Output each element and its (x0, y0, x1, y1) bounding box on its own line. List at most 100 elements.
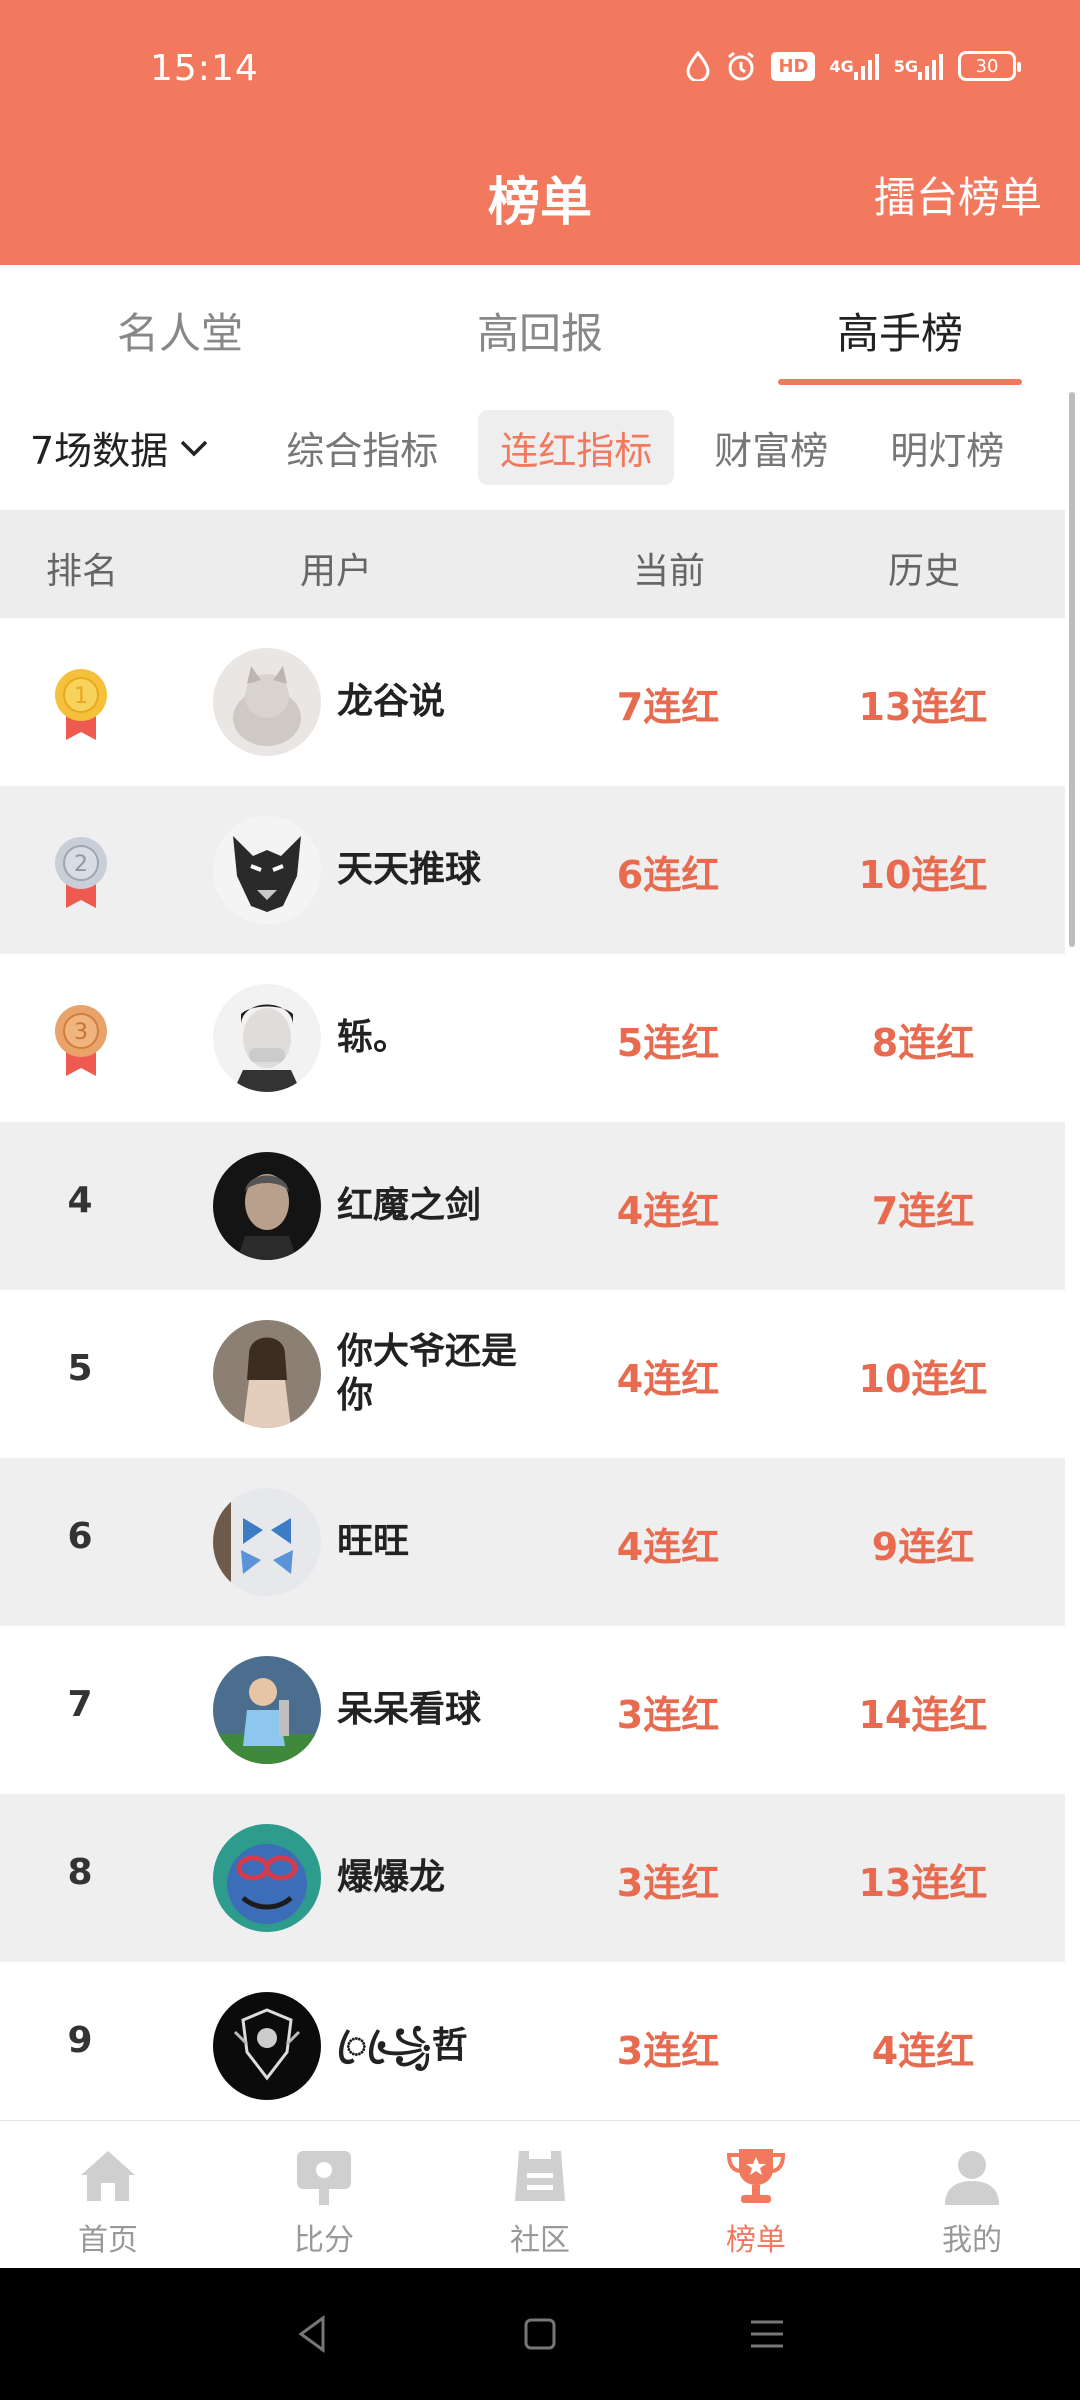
avatar[interactable] (213, 1320, 321, 1428)
silver-medal-icon: 2 (55, 837, 107, 908)
battery-icon: 30 (958, 51, 1021, 81)
profile-icon (945, 2151, 999, 2205)
table-row[interactable]: 9 ꦿ꧁ꦿ哲 3连红 4连红 (0, 1962, 1065, 2130)
scrollbar[interactable] (1069, 392, 1075, 947)
arena-leaderboard-button[interactable]: 擂台榜单 (874, 164, 1042, 225)
rank-number: 9 (67, 2020, 93, 2061)
nav-profile[interactable]: 我的 (864, 2121, 1080, 2268)
nav-label: 首页 (78, 2223, 138, 2258)
table-row[interactable]: 8 爆爆龙 3连红 13连红 (0, 1794, 1065, 1962)
filter-row: 7场数据 综合指标 连红指标 财富榜 明灯榜 (0, 385, 1080, 510)
history-streak: 14连红 (858, 1693, 988, 1737)
water-drop-icon (685, 51, 711, 81)
score-icon (297, 2151, 351, 2205)
current-streak: 4连红 (616, 1525, 720, 1569)
medal-number: 2 (74, 852, 88, 877)
current-streak: 7连红 (616, 685, 720, 729)
gold-medal-icon: 1 (55, 669, 107, 740)
status-icons: HD 4G 5G 30 (685, 50, 1021, 82)
bottom-nav: 首页 比分 社区 榜单 我的 (0, 2120, 1080, 2268)
avatar[interactable] (213, 984, 321, 1092)
chip-wealth[interactable]: 财富榜 (692, 410, 850, 485)
avatar[interactable] (213, 816, 321, 924)
table-row[interactable]: 7 呆呆看球 3连红 14连红 (0, 1626, 1065, 1794)
app-root: 15:14 HD 4G 5G 30 榜单 擂台榜单 名人堂 高回报 高手榜 7场… (0, 0, 1080, 2400)
avatar[interactable] (213, 1488, 321, 1596)
avatar[interactable] (213, 648, 321, 756)
status-time: 15:14 (150, 48, 259, 89)
user-name: 天天推球 (337, 849, 482, 890)
chip-overall[interactable]: 综合指标 (264, 410, 460, 485)
alarm-icon (725, 50, 757, 82)
avatar[interactable] (213, 1992, 321, 2100)
history-streak: 8连红 (871, 1021, 975, 1065)
table-row[interactable]: 3 轹。 5连红 8连红 (0, 954, 1065, 1122)
rank-number: 8 (67, 1852, 93, 1893)
net-4g-label: 4G (829, 56, 854, 76)
rank-number: 6 (67, 1516, 93, 1557)
table-row[interactable]: 4 红魔之剑 4连红 7连红 (0, 1122, 1065, 1290)
tab-bar: 名人堂 高回报 高手榜 (0, 265, 1080, 385)
medal-number: 1 (74, 684, 88, 709)
table-row[interactable]: 6 旺旺 4连红 9连红 (0, 1458, 1065, 1626)
user-name: 轹。 (337, 1017, 410, 1058)
user-name: 红魔之剑 (337, 1185, 482, 1226)
header: 15:14 HD 4G 5G 30 榜单 擂台榜单 (0, 0, 1080, 265)
trophy-icon (726, 2149, 786, 2203)
table-row[interactable]: 5 你大爷还是你 4连红 10连红 (0, 1290, 1065, 1458)
history-streak: 13连红 (858, 685, 988, 729)
avatar[interactable] (213, 1152, 321, 1260)
current-streak: 3连红 (616, 1861, 720, 1905)
current-streak: 6连红 (616, 853, 720, 897)
current-streak: 4连红 (616, 1357, 720, 1401)
rank-number: 5 (67, 1348, 93, 1389)
current-streak: 4连红 (616, 1189, 720, 1233)
table-row[interactable]: 2 天天推球 6连红 10连红 (0, 786, 1065, 954)
chevron-down-icon (180, 440, 208, 456)
nav-label: 比分 (294, 2223, 354, 2258)
home-button-icon[interactable] (518, 2312, 562, 2356)
history-streak: 4连红 (871, 2029, 975, 2073)
community-icon (515, 2151, 565, 2201)
header-rank: 排名 (46, 551, 119, 592)
hd-voice-icon: HD (771, 51, 816, 81)
chip-beacon[interactable]: 明灯榜 (868, 410, 1026, 485)
period-label: 7场数据 (30, 429, 169, 473)
back-icon[interactable] (291, 2312, 335, 2356)
user-name: 旺旺 (337, 1521, 410, 1562)
net-5g-label: 5G (893, 56, 918, 76)
user-name: 你大爷还是你 (337, 1331, 518, 1416)
current-streak: 3连红 (616, 1693, 720, 1737)
nav-label: 我的 (942, 2223, 1002, 2258)
tab-hall-of-fame[interactable]: 名人堂 (0, 265, 360, 385)
table-header: 排名 用户 当前 历史 (0, 510, 1065, 618)
nav-home[interactable]: 首页 (0, 2121, 216, 2268)
tab-experts[interactable]: 高手榜 (720, 265, 1080, 385)
period-dropdown[interactable]: 7场数据 (30, 420, 212, 475)
chip-streak[interactable]: 连红指标 (478, 410, 675, 485)
header-user: 用户 (300, 551, 373, 592)
rank-number: 7 (67, 1684, 93, 1725)
header-current: 当前 (633, 551, 706, 592)
system-nav-bar (0, 2268, 1080, 2400)
current-streak: 3连红 (616, 2029, 720, 2073)
table-row[interactable]: 1 龙谷说 7连红 13连红 (0, 618, 1065, 786)
nav-leaderboard[interactable]: 榜单 (648, 2121, 864, 2268)
signal-5g-icon: 5G (894, 52, 944, 80)
user-name: ꦿ꧁ꦿ哲 (337, 2025, 468, 2066)
medal-number: 3 (74, 1020, 88, 1045)
history-streak: 13连红 (858, 1861, 988, 1905)
menu-icon[interactable] (745, 2312, 789, 2356)
user-name: 爆爆龙 (337, 1857, 446, 1898)
rank-number: 4 (67, 1180, 93, 1221)
signal-4g-icon: 4G (829, 52, 879, 80)
user-name: 龙谷说 (337, 681, 446, 722)
tab-high-return[interactable]: 高回报 (360, 265, 720, 385)
history-streak: 10连红 (858, 853, 988, 897)
nav-community[interactable]: 社区 (432, 2121, 648, 2268)
nav-label: 榜单 (726, 2223, 786, 2258)
avatar[interactable] (213, 1824, 321, 1932)
avatar[interactable] (213, 1656, 321, 1764)
nav-score[interactable]: 比分 (216, 2121, 432, 2268)
header-history: 历史 (888, 551, 961, 592)
